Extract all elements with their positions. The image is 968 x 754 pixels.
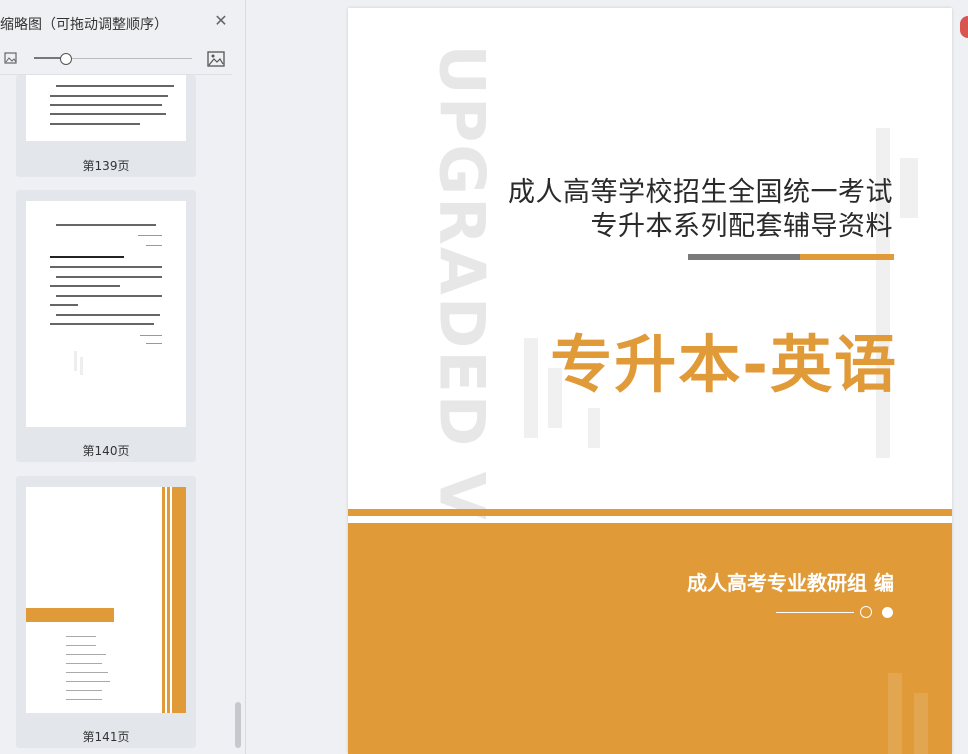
thumbnail-zoom-control bbox=[0, 48, 232, 72]
thumbnail-image bbox=[26, 75, 186, 141]
cover-decoration bbox=[588, 408, 600, 448]
thumbnail-label: 第140页 bbox=[82, 444, 130, 458]
thumbnail-label: 第139页 bbox=[82, 159, 130, 173]
zoom-slider[interactable] bbox=[34, 53, 192, 65]
zoom-in-image-icon[interactable] bbox=[207, 51, 225, 67]
thumbnail-page-141[interactable]: 第141页 bbox=[16, 476, 196, 748]
sidebar-title: 缩略图（可拖动调整顺序） bbox=[0, 17, 168, 33]
thumbnail-sidebar: 缩略图（可拖动调整顺序） ✕ 第139页 第140页 第141页 bbox=[0, 0, 246, 754]
cover-bar-gray bbox=[688, 254, 800, 260]
cover-main-title: 专升本-英语 bbox=[550, 328, 898, 401]
zoom-out-image-icon[interactable] bbox=[4, 52, 20, 66]
thumbnail-page-140[interactable]: 第140页 bbox=[16, 190, 196, 462]
cover-author-line bbox=[776, 612, 854, 613]
sidebar-header: 缩略图（可拖动调整顺序） ✕ bbox=[0, 0, 245, 46]
cover-title-line-2: 专升本系列配套辅导资料 bbox=[590, 211, 893, 242]
thumbnail-image bbox=[26, 487, 186, 713]
cover-decoration bbox=[900, 158, 918, 218]
cover-bar-orange bbox=[800, 254, 894, 260]
cover-author: 成人高考专业教研组 编 bbox=[687, 571, 894, 595]
cover-dot-outline bbox=[860, 606, 872, 618]
document-page: UPGRADED VERSION 成人高等学校招生全国统一考试 专升本系列配套辅… bbox=[348, 8, 952, 754]
notification-badge[interactable] bbox=[960, 16, 968, 38]
close-icon[interactable]: ✕ bbox=[212, 12, 230, 30]
thumbnail-label: 第141页 bbox=[82, 730, 130, 744]
sidebar-scrollbar[interactable] bbox=[235, 702, 241, 748]
cover-dot-filled bbox=[882, 607, 893, 618]
cover-orange-band: 成人高考专业教研组 编 bbox=[348, 523, 952, 754]
zoom-slider-handle[interactable] bbox=[60, 53, 72, 65]
thumbnail-page-139[interactable]: 第139页 bbox=[16, 75, 196, 177]
thumbnail-image bbox=[26, 201, 186, 427]
cover-orange-stripe bbox=[348, 509, 952, 516]
